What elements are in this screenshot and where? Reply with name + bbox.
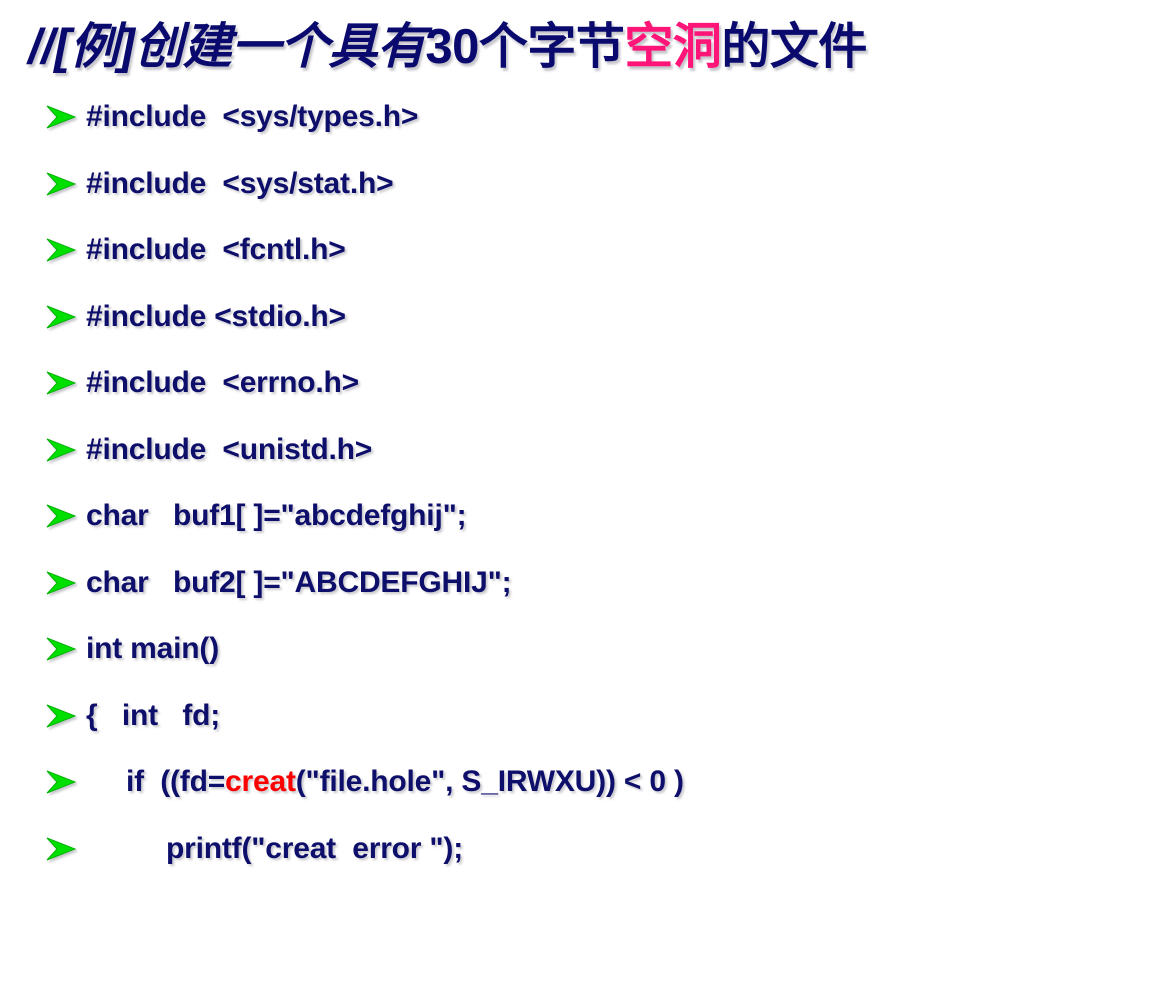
code-line-text: #include <stdio.h> xyxy=(86,299,346,333)
title-middle-text: 个字节 xyxy=(478,18,625,75)
list-item[interactable]: char buf2[ ]="ABCDEFGHIJ"; xyxy=(0,550,1156,617)
code-line-text: #include <unistd.h> xyxy=(86,432,373,466)
title-highlight-hole: 空洞 xyxy=(624,18,722,75)
code-line-text: char buf1[ ]="abcdefghij"; xyxy=(86,499,467,533)
list-item[interactable]: if ((fd=creat("file.hole", S_IRWXU)) < 0… xyxy=(0,749,1156,816)
green-arrow-bullet-icon xyxy=(44,169,78,199)
title-suffix-text: 的文件 xyxy=(721,18,867,75)
list-item[interactable]: printf("creat error "); xyxy=(0,816,1156,883)
green-arrow-bullet-icon xyxy=(44,435,78,465)
green-arrow-bullet-icon xyxy=(44,235,78,265)
green-arrow-bullet-icon xyxy=(44,767,78,797)
list-item[interactable]: #include <sys/types.h> xyxy=(0,84,1156,151)
code-keyword-creat: creat xyxy=(225,765,296,799)
list-item[interactable]: #include <fcntl.h> xyxy=(0,217,1156,284)
green-arrow-bullet-icon xyxy=(44,368,78,398)
green-arrow-bullet-icon xyxy=(44,302,78,332)
list-item[interactable]: #include <stdio.h> xyxy=(0,284,1156,351)
list-item[interactable]: #include <errno.h> xyxy=(0,350,1156,417)
code-line-text: #include <sys/types.h> xyxy=(86,100,419,134)
code-line-text: { int fd; xyxy=(86,698,221,732)
title-comment-slashes: //[例]创建一个具有 xyxy=(28,20,426,74)
page-title: //[例]创建一个具有30个字节空洞的文件 xyxy=(28,17,1128,77)
code-line-text: if ((fd=creat("file.hole", S_IRWXU)) < 0… xyxy=(126,765,684,799)
list-item[interactable]: { int fd; xyxy=(0,683,1156,750)
green-arrow-bullet-icon xyxy=(44,701,78,731)
green-arrow-bullet-icon xyxy=(44,501,78,531)
list-item[interactable]: #include <sys/stat.h> xyxy=(0,151,1156,218)
code-line-text: char buf2[ ]="ABCDEFGHIJ"; xyxy=(86,565,512,599)
green-arrow-bullet-icon xyxy=(44,634,78,664)
code-bullet-list: #include <sys/types.h> #include <sys/stat… xyxy=(0,84,1156,882)
code-line-text: #include <errno.h> xyxy=(86,366,359,400)
green-arrow-bullet-icon xyxy=(44,834,78,864)
code-line-text: int main() xyxy=(86,632,219,666)
title-byte-count: 30 xyxy=(425,20,479,74)
list-item[interactable]: #include <unistd.h> xyxy=(0,417,1156,484)
code-line-text: #include <sys/stat.h> xyxy=(86,166,394,200)
list-item[interactable]: char buf1[ ]="abcdefghij"; xyxy=(0,483,1156,550)
code-fragment-post: ("file.hole", S_IRWXU)) < 0 ) xyxy=(295,765,684,799)
green-arrow-bullet-icon xyxy=(44,568,78,598)
green-arrow-bullet-icon xyxy=(44,102,78,132)
code-line-text: printf("creat error "); xyxy=(166,831,464,865)
code-line-text: #include <fcntl.h> xyxy=(86,233,346,267)
list-item[interactable]: int main() xyxy=(0,616,1156,683)
slide-canvas: //[例]创建一个具有30个字节空洞的文件 #include <sys/type… xyxy=(0,0,1156,1000)
code-fragment-pre: if ((fd= xyxy=(126,765,226,799)
